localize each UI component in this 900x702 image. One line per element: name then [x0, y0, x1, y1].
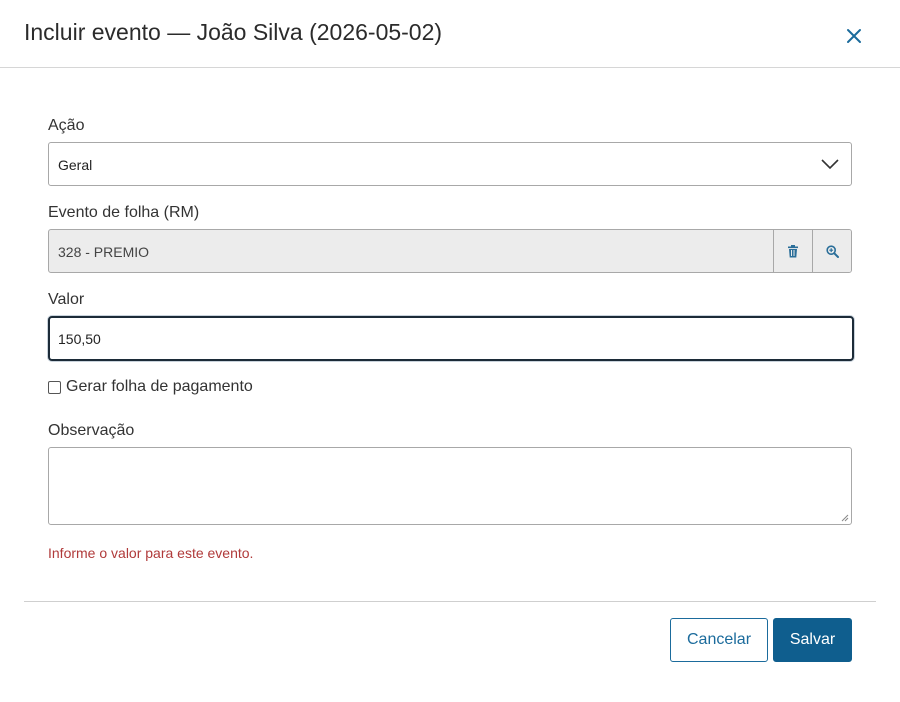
evento-label: Evento de folha (RM)	[48, 204, 200, 221]
cancel-button[interactable]: Cancelar	[670, 618, 768, 662]
trash-icon	[788, 244, 798, 257]
resize-handle-icon[interactable]	[841, 514, 849, 522]
valor-value: 150,50	[58, 331, 101, 347]
clear-evento-button[interactable]	[773, 230, 812, 272]
footer-divider	[24, 601, 876, 602]
observacao-label: Observação	[48, 422, 135, 439]
close-button[interactable]	[842, 24, 866, 48]
acao-label: Ação	[48, 117, 85, 134]
search-evento-button[interactable]	[812, 230, 851, 272]
gerar-folha-row: Gerar folha de pagamento	[48, 378, 253, 396]
validation-error: Informe o valor para este evento.	[48, 545, 254, 561]
zoom-in-icon	[825, 244, 839, 258]
valor-label: Valor	[48, 291, 85, 308]
evento-value: 328 - PREMIO	[58, 244, 150, 260]
gerar-folha-checkbox[interactable]	[48, 380, 61, 394]
dialog-title: Incluir evento — João Silva (2026-05-02)	[24, 19, 443, 45]
save-button[interactable]: Salvar	[773, 618, 852, 662]
chevron-down-icon	[821, 159, 839, 170]
acao-select[interactable]: Geral	[48, 142, 852, 186]
evento-field: 328 - PREMIO	[48, 229, 852, 273]
dialog-header: Incluir evento — João Silva (2026-05-02)	[0, 0, 900, 68]
event-dialog: Incluir evento — João Silva (2026-05-02)…	[0, 0, 900, 702]
gerar-folha-label[interactable]: Gerar folha de pagamento	[66, 378, 253, 396]
acao-value: Geral	[58, 157, 93, 173]
close-icon	[847, 29, 861, 43]
valor-input[interactable]: 150,50	[48, 316, 854, 361]
observacao-textarea[interactable]	[48, 447, 852, 525]
